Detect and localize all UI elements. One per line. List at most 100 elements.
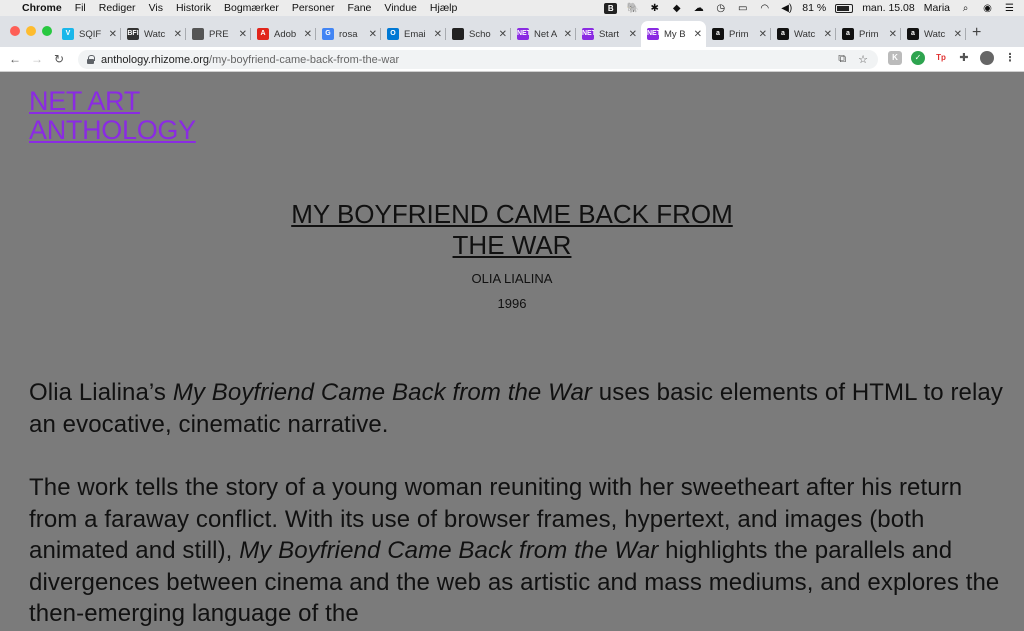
tab-0[interactable]: V SQIF ✕ [56,21,121,47]
translate-icon[interactable]: ⧉ [838,53,846,66]
tab-favicon-icon: a [842,28,854,40]
dropbox-icon[interactable]: ◆ [670,3,683,14]
tab-close-icon[interactable]: ✕ [824,29,832,40]
tab-favicon-icon: V [62,28,74,40]
menu-bogmaerker[interactable]: Bogmærker [224,2,279,14]
tab-label: Net A [534,28,558,40]
extension-check-icon[interactable]: ✓ [911,51,925,65]
tab-2[interactable]: PRE ✕ [186,21,251,47]
omnibox-actions: ⧉ ☆ [838,53,868,66]
window-controls [10,26,52,36]
bluetooth-icon[interactable]: ✱ [648,3,661,14]
extension-tp-icon[interactable]: Tp [934,51,948,65]
tab-close-icon[interactable]: ✕ [889,29,897,40]
reload-button[interactable]: ↻ [48,52,70,66]
tab-close-icon[interactable]: ✕ [499,29,507,40]
minimize-window-button[interactable] [26,26,36,36]
tab-close-icon[interactable]: ✕ [369,29,377,40]
menu-vis[interactable]: Vis [149,2,163,14]
tab-11[interactable]: a Watc ✕ [771,21,836,47]
description-paragraph-1: Olia Lialina’s My Boyfriend Came Back fr… [29,377,1004,440]
macos-menubar: Chrome Fil Rediger Vis Historik Bogmærke… [0,0,1024,16]
logo-line-2[interactable]: ANTHOLOGY [29,115,196,145]
menubar-status-area: B 🐘 ✱ ◆ ☁ ◷ ▭ ◠ ◀) 81 % man. 15.08 Maria… [604,2,1016,14]
tab-13[interactable]: a Watc ✕ [901,21,966,47]
tab-close-icon[interactable]: ✕ [174,29,182,40]
tab-7[interactable]: NET Net A ✕ [511,21,576,47]
tab-12[interactable]: a Prim ✕ [836,21,901,47]
menu-app-chrome[interactable]: Chrome [22,2,62,14]
extension-k-icon[interactable]: K [888,51,902,65]
tab-label: Watc [144,28,166,40]
zoom-window-button[interactable] [42,26,52,36]
menu-historik[interactable]: Historik [176,2,211,14]
battery-icon[interactable] [835,3,854,13]
menu-personer[interactable]: Personer [292,2,335,14]
menu-hjaelp[interactable]: Hjælp [430,2,457,14]
extensions-puzzle-icon[interactable]: ✚ [957,51,971,65]
tab-close-icon[interactable]: ✕ [434,29,442,40]
tab-close-icon[interactable]: ✕ [694,29,702,40]
airplay-icon[interactable]: ▭ [736,3,749,14]
browser-toolbar: ← → ↻ anthology.rhizome.org/my-boyfriend… [0,47,1024,72]
volume-icon[interactable]: ◀) [780,3,793,14]
tab-close-icon[interactable]: ✕ [564,29,572,40]
menu-fil[interactable]: Fil [75,2,86,14]
tab-label: Watc [924,28,946,40]
work-year: 1996 [497,296,527,311]
tab-close-icon[interactable]: ✕ [304,29,312,40]
menu-vindue[interactable]: Vindue [384,2,417,14]
browser-tabstrip: V SQIF ✕ BFI Watc ✕ PRE ✕ A Adob ✕ Grosa ✕ O Emai ✕ Scho… [0,16,1024,47]
tab-close-icon[interactable]: ✕ [109,29,117,40]
tab-10[interactable]: a Prim ✕ [706,21,771,47]
tab-favicon-icon: G [322,28,334,40]
bbedit-icon[interactable]: B [604,2,618,14]
tab-label: My B [664,28,686,40]
back-button[interactable]: ← [4,52,26,66]
tab-favicon-icon: NET [582,28,594,40]
user-name[interactable]: Maria [924,2,950,14]
tab-close-icon[interactable]: ✕ [759,29,767,40]
tab-close-icon[interactable]: ✕ [239,29,247,40]
new-tab-button[interactable]: + [972,24,981,42]
tab-list: V SQIF ✕ BFI Watc ✕ PRE ✕ A Adob ✕ Grosa ✕ O Emai ✕ Scho… [56,21,966,47]
tab-close-icon[interactable]: ✕ [629,29,637,40]
tab-close-icon[interactable]: ✕ [954,29,962,40]
site-logo-link[interactable]: NET ART ANTHOLOGY [29,87,196,145]
page-content: NET ART ANTHOLOGY MY BOYFRIEND CAME BACK… [0,73,1024,631]
tab-6[interactable]: Scho ✕ [446,21,511,47]
tab-5[interactable]: O Emai ✕ [381,21,446,47]
spotlight-search-icon[interactable]: ⌕ [959,3,972,14]
forward-button[interactable]: → [26,52,48,66]
notification-center-icon[interactable]: ☰ [1003,3,1016,14]
siri-icon[interactable]: ◉ [981,3,994,14]
battery-percent[interactable]: 81 % [802,2,826,14]
clock[interactable]: man. 15.08 [862,2,915,14]
tab-favicon-icon: NET [647,28,659,40]
tab-label: Prim [859,28,879,40]
logo-line-1[interactable]: NET ART [29,86,140,116]
tab-8[interactable]: NET Start ✕ [576,21,641,47]
tab-1[interactable]: BFI Watc ✕ [121,21,186,47]
time-machine-icon[interactable]: ◷ [714,3,727,14]
bookmark-star-icon[interactable]: ☆ [858,53,868,66]
evernote-icon[interactable]: 🐘 [626,3,639,14]
tab-label: rosa [339,28,358,40]
menu-rediger[interactable]: Rediger [99,2,136,14]
tab-4[interactable]: Grosa ✕ [316,21,381,47]
chrome-menu-icon[interactable]: ⋮ [1003,51,1017,65]
tab-favicon-icon: NET [517,28,529,40]
lock-icon[interactable] [86,55,95,64]
wifi-icon[interactable]: ◠ [758,3,771,14]
close-window-button[interactable] [10,26,20,36]
work-title-line-1: MY BOYFRIEND CAME BACK FROM [291,199,733,229]
work-title: MY BOYFRIEND CAME BACK FROM THE WAR [0,199,1024,261]
profile-avatar[interactable] [980,51,994,65]
menu-fane[interactable]: Fane [347,2,371,14]
tab-3[interactable]: A Adob ✕ [251,21,316,47]
artist-name: OLIA LIALINA [471,271,553,286]
tab-label: Adob [274,28,297,40]
tab-9[interactable]: NET My B ✕ [641,21,706,47]
cloud-upload-icon[interactable]: ☁ [692,3,705,14]
address-bar[interactable]: anthology.rhizome.org/my-boyfriend-came-… [78,50,878,69]
